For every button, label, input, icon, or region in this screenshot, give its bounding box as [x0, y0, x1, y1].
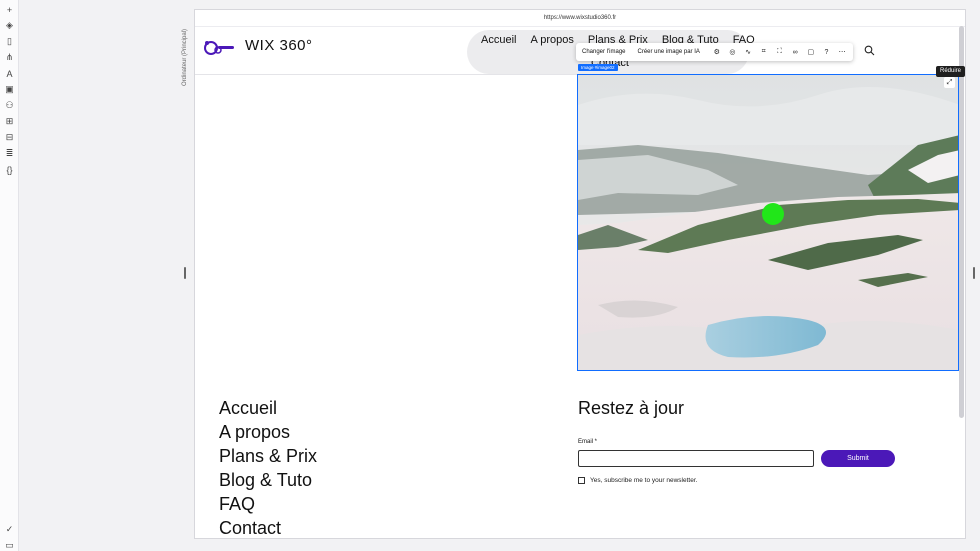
footer-link-a-propos[interactable]: A propos [219, 420, 317, 444]
code-icon[interactable]: {} [4, 164, 15, 175]
email-label: Email * [578, 439, 598, 445]
layers-icon[interactable]: ◈ [4, 20, 15, 31]
device-label: Ordinateur (Principal) [182, 28, 188, 86]
footer-link-contact[interactable]: Contact [219, 516, 317, 538]
consent-label: Yes, subscribe me to your newsletter. [590, 477, 698, 484]
pages-icon[interactable]: ▯ [4, 36, 15, 47]
search-icon[interactable] [864, 45, 875, 56]
logo-icon[interactable] [204, 39, 234, 57]
cms-icon[interactable]: ≣ [4, 148, 15, 159]
text-icon[interactable]: A [4, 68, 15, 79]
footer-menu: Accueil A propos Plans & Prix Blog & Tut… [219, 396, 317, 538]
media-icon[interactable]: ▣ [4, 84, 15, 95]
more-icon[interactable]: ⋯ [837, 47, 847, 57]
chat-icon[interactable]: ▭ [4, 540, 15, 551]
nav-item-accueil[interactable]: Accueil [481, 34, 516, 46]
editor-tool-rail: + ◈ ▯ ⋔ A ▣ ⚇ ⊞ ⊟ ≣ {} ✓ ▭ [0, 0, 19, 551]
right-resize-handle[interactable] [973, 267, 975, 279]
check-icon[interactable]: ✓ [4, 524, 15, 535]
footer-link-accueil[interactable]: Accueil [219, 396, 317, 420]
help-icon[interactable]: ? [822, 47, 832, 57]
comment-icon[interactable]: ▢ [806, 47, 816, 57]
plus-icon[interactable]: + [4, 4, 15, 15]
newsletter-consent[interactable]: Yes, subscribe me to your newsletter. [578, 477, 697, 484]
animation-icon[interactable]: ◎ [728, 47, 738, 57]
components-icon[interactable]: ⚇ [4, 100, 15, 111]
selected-element-tag[interactable]: Image #image02 [578, 64, 618, 71]
change-image-button[interactable]: Changer l'image [582, 49, 626, 55]
focal-point-icon[interactable]: ⛶ [775, 47, 785, 57]
footer-link-faq[interactable]: FAQ [219, 492, 317, 516]
consent-checkbox[interactable] [578, 477, 585, 484]
image-toolbar: Changer l'image Créer une image par IA ⚙… [576, 43, 853, 61]
ai-image-button[interactable]: Créer une image par IA [638, 49, 700, 55]
link-icon[interactable]: ∞ [790, 47, 800, 57]
expand-icon[interactable]: ⤢ [944, 77, 955, 88]
footer-link-plans-prix[interactable]: Plans & Prix [219, 444, 317, 468]
crop-icon[interactable]: ⌗ [759, 47, 769, 57]
reduce-tooltip: Réduire [936, 66, 966, 77]
cursor-marker [762, 203, 784, 225]
settings-icon[interactable]: ⚙ [712, 47, 722, 57]
url-bar: https://www.wixstudio360.fr [195, 10, 965, 27]
newsletter-title: Restez à jour [578, 398, 685, 418]
email-field[interactable] [578, 450, 814, 467]
canvas-scrollbar[interactable] [959, 26, 964, 418]
left-resize-handle[interactable] [184, 267, 186, 279]
link-style-icon[interactable]: ∿ [743, 47, 753, 57]
footer-link-blog-tuto[interactable]: Blog & Tuto [219, 468, 317, 492]
nav-item-a-propos[interactable]: A propos [530, 34, 573, 46]
apps-icon[interactable]: ⊞ [4, 116, 15, 127]
sitemap-icon[interactable]: ⋔ [4, 52, 15, 63]
site-canvas: https://www.wixstudio360.fr WIX 360° Acc… [194, 9, 966, 539]
submit-button[interactable]: Submit [821, 450, 895, 467]
business-icon[interactable]: ⊟ [4, 132, 15, 143]
logo-text[interactable]: WIX 360° [245, 37, 313, 54]
